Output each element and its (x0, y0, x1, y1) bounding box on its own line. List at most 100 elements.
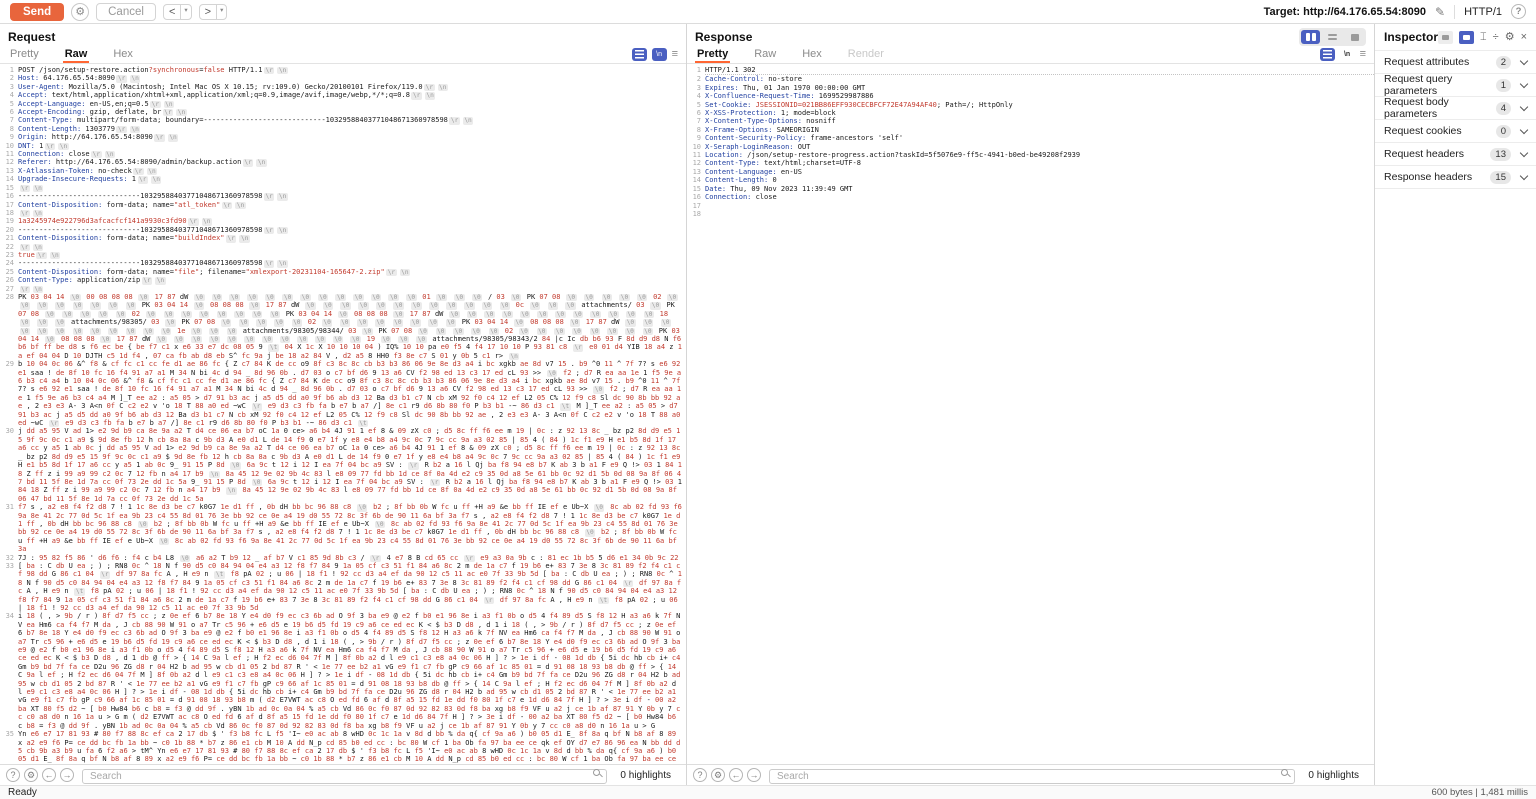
inspector-settings-icon[interactable]: ⚙ (1505, 32, 1515, 43)
chevron-down-icon[interactable] (1520, 171, 1528, 179)
edit-target-icon[interactable]: ✎ (1435, 5, 1445, 19)
code-line[interactable]: 3Expires: Thu, 01 Jan 1970 00:00:00 GMT (687, 84, 1374, 92)
inspector-view-toggle-off[interactable] (1438, 31, 1453, 44)
request-search-input[interactable] (82, 769, 607, 784)
collapse-all-icon[interactable]: ÷ (1493, 32, 1499, 43)
request-tab-raw[interactable]: Raw (63, 46, 90, 63)
editor-menu-icon[interactable]: ≡ (1360, 49, 1366, 60)
inspector-section-request-cookies[interactable]: Request cookies0 (1375, 119, 1536, 142)
code-line[interactable]: 2Host: 64.176.65.54:8090\r\n (0, 74, 686, 82)
code-line[interactable]: 22\r\n (0, 243, 686, 251)
search-help-icon[interactable]: ? (693, 768, 707, 782)
code-line[interactable]: 14Upgrade-Insecure-Requests: 1\r\n (0, 175, 686, 183)
inspector-view-toggle-on[interactable] (1459, 31, 1474, 44)
code-line[interactable]: 16-----------------------------103295884… (0, 192, 686, 200)
next-match-icon[interactable]: → (60, 768, 74, 782)
search-help-icon[interactable]: ? (6, 768, 20, 782)
send-settings-button[interactable]: ⚙ (71, 3, 89, 21)
code-line[interactable]: 11Connection: close\r\n (0, 150, 686, 158)
code-line[interactable]: 29b 10 04 0c 06 &^ f8 & cf fc c1 cc fe d… (0, 360, 686, 427)
code-line[interactable]: 26Content-Type: application/zip\r\n (0, 276, 686, 284)
help-icon[interactable]: ? (1511, 4, 1526, 19)
code-line[interactable]: 27\r\n (0, 285, 686, 293)
code-line[interactable]: 33[ ba : C db U ea ; ) ; RN8 0c ^ 18 N f… (0, 562, 686, 612)
code-line[interactable]: 327J : 95 82 f5 86 ' d6 f6 : f4 c b4 L8 … (0, 554, 686, 562)
code-line[interactable]: 3User-Agent: Mozilla/5.0 (Macintosh; Int… (0, 83, 686, 91)
response-editor[interactable]: 1HTTP/1.1 3022Cache-Control: no-store3Ex… (687, 64, 1374, 764)
show-nonprintables-icon[interactable]: \n (1340, 48, 1355, 61)
code-line[interactable]: 12Content-Type: text/html;charset=UTF-8 (687, 159, 1374, 167)
code-line[interactable]: 1POST /json/setup-restore.action?synchro… (0, 66, 686, 74)
code-line[interactable]: 5Accept-Language: en-US,en;q=0.5\r\n (0, 100, 686, 108)
code-line[interactable]: 4Accept: text/html,application/xhtml+xml… (0, 91, 686, 99)
code-line[interactable]: 14Content-Length: 0 (687, 176, 1374, 184)
layout-columns-button[interactable] (1301, 30, 1320, 44)
code-line[interactable]: 15\r\n (0, 184, 686, 192)
show-nonprintables-icon[interactable]: \n (652, 48, 667, 61)
inspector-section-request-query-parameters[interactable]: Request query parameters1 (1375, 73, 1536, 96)
request-tab-hex[interactable]: Hex (111, 46, 135, 63)
code-line[interactable]: 10X-Seraph-LoginReason: OUT (687, 143, 1374, 151)
response-tab-hex[interactable]: Hex (800, 46, 824, 63)
code-line[interactable]: 13X-Atlassian-Token: no-check\r\n (0, 167, 686, 175)
close-icon[interactable]: × (1521, 32, 1527, 43)
code-line[interactable]: 10DNT: 1\r\n (0, 142, 686, 150)
code-line[interactable]: 1HTTP/1.1 302 (687, 66, 1374, 75)
response-tab-raw[interactable]: Raw (752, 46, 778, 63)
history-forward-button[interactable]: > ▾ (199, 4, 228, 20)
search-settings-icon[interactable]: ⚙ (711, 768, 725, 782)
code-line[interactable]: 8X-Frame-Options: SAMEORIGIN (687, 126, 1374, 134)
code-line[interactable]: 35Yn e6 e7 17 81 93 # 80 f7 88 8c ef ca … (0, 730, 686, 764)
response-search-input[interactable] (769, 769, 1295, 784)
chevron-down-icon[interactable] (1520, 79, 1528, 87)
format-icon[interactable] (632, 48, 647, 61)
code-line[interactable]: 18 (687, 210, 1374, 218)
inspector-section-request-body-parameters[interactable]: Request body parameters4 (1375, 96, 1536, 119)
editor-menu-icon[interactable]: ≡ (672, 49, 678, 60)
code-line[interactable]: 12Referer: http://64.176.65.54:8090/admi… (0, 158, 686, 166)
code-line[interactable]: 6X-XSS-Protection: 1; mode=block (687, 109, 1374, 117)
back-arrow-icon[interactable]: < (164, 5, 180, 19)
search-settings-icon[interactable]: ⚙ (24, 768, 38, 782)
code-line[interactable]: 20-----------------------------103295884… (0, 226, 686, 234)
inspector-section-request-headers[interactable]: Request headers13 (1375, 142, 1536, 165)
send-button[interactable]: Send (10, 3, 64, 21)
code-line[interactable]: 24-----------------------------103295884… (0, 259, 686, 267)
expand-all-icon[interactable]: ⌶ (1480, 32, 1487, 43)
code-line[interactable]: 15Date: Thu, 09 Nov 2023 11:39:49 GMT (687, 185, 1374, 193)
code-line[interactable]: 191a3245974e922796d3afcacfcf141a9930c3fd… (0, 217, 686, 225)
chevron-down-icon[interactable] (1520, 148, 1528, 156)
code-line[interactable]: 6Accept-Encoding: gzip, deflate, br\r\n (0, 108, 686, 116)
layout-rows-button[interactable] (1323, 30, 1342, 44)
cancel-button[interactable]: Cancel (96, 3, 156, 21)
code-line[interactable]: 17Content-Disposition: form-data; name="… (0, 201, 686, 209)
prev-match-icon[interactable]: ← (729, 768, 743, 782)
chevron-down-icon[interactable] (1520, 102, 1528, 110)
request-tab-pretty[interactable]: Pretty (8, 46, 41, 63)
history-back-button[interactable]: < ▾ (163, 4, 192, 20)
code-line[interactable]: 34i 18 ( , > 9b / r ) 8f d7 f5 cc ; z 0e… (0, 612, 686, 730)
code-line[interactable]: 23true\r\n (0, 251, 686, 259)
code-line[interactable]: 5Set-Cookie: JSESSIONID=021BB86EFF930CEC… (687, 101, 1374, 109)
code-line[interactable]: 7X-Content-Type-Options: nosniff (687, 117, 1374, 125)
code-line[interactable]: 4X-Confluence-Request-Time: 169952998788… (687, 92, 1374, 100)
response-tab-pretty[interactable]: Pretty (695, 46, 730, 63)
chevron-down-icon[interactable] (1520, 125, 1528, 133)
next-match-icon[interactable]: → (747, 768, 761, 782)
code-line[interactable]: 28PK 03 04 14 \0 00 08 08 08 \0 17 87 dW… (0, 293, 686, 360)
code-line[interactable]: 7Content-Type: multipart/form-data; boun… (0, 116, 686, 124)
code-line[interactable]: 2Cache-Control: no-store (687, 75, 1374, 83)
code-line[interactable]: 25Content-Disposition: form-data; name="… (0, 268, 686, 276)
response-tab-render[interactable]: Render (846, 46, 886, 63)
layout-single-button[interactable] (1345, 30, 1364, 44)
code-line[interactable]: 16Connection: close (687, 193, 1374, 201)
code-line[interactable]: 8Content-Length: 1303779\r\n (0, 125, 686, 133)
code-line[interactable]: 9Content-Security-Policy: frame-ancestor… (687, 134, 1374, 142)
inspector-section-request-attributes[interactable]: Request attributes2 (1375, 50, 1536, 73)
code-line[interactable]: 31f7 s , a2 e8 f4 f2 d8 7 ! 1 1c 8e d3 b… (0, 503, 686, 553)
code-line[interactable]: 13Content-Language: en-US (687, 168, 1374, 176)
code-line[interactable]: 11Location: /json/setup-restore-progress… (687, 151, 1374, 159)
format-icon[interactable] (1320, 48, 1335, 61)
inspector-section-response-headers[interactable]: Response headers15 (1375, 165, 1536, 188)
request-editor[interactable]: 1POST /json/setup-restore.action?synchro… (0, 64, 686, 764)
